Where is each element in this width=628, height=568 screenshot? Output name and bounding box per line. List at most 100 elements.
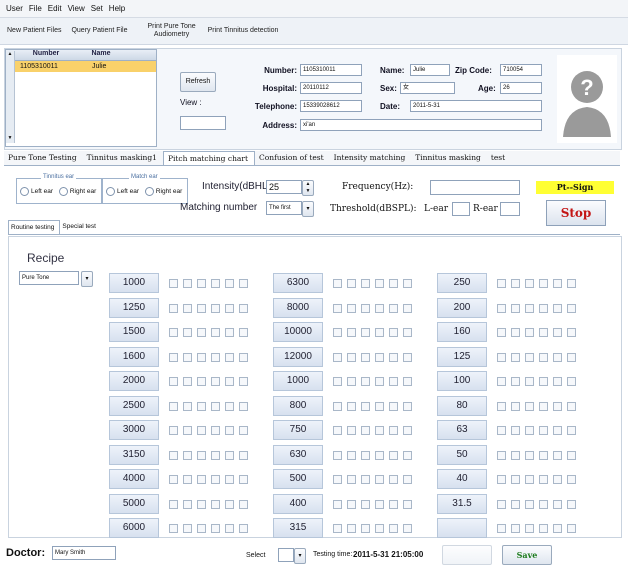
match-checkbox[interactable]	[497, 524, 506, 533]
match-checkbox[interactable]	[511, 328, 520, 337]
match-checkbox[interactable]	[211, 426, 220, 435]
match-checkbox[interactable]	[333, 352, 342, 362]
frequency-button-125[interactable]: 125	[437, 346, 487, 367]
match-checkbox[interactable]	[361, 401, 370, 411]
match-checkbox[interactable]	[511, 524, 520, 533]
match-checkbox[interactable]	[347, 352, 356, 362]
match-checkbox[interactable]	[497, 279, 506, 288]
match-checkbox[interactable]	[525, 524, 534, 533]
match-checkbox[interactable]	[375, 475, 384, 484]
match-checkbox[interactable]	[347, 328, 356, 337]
match-checkbox[interactable]	[567, 401, 576, 411]
match-checkbox[interactable]	[239, 499, 248, 509]
frequency-button-200[interactable]: 200	[437, 297, 487, 318]
frequency-button-400[interactable]: 400	[273, 493, 323, 514]
tab-tinnitus-masking[interactable]: Tinnitus masking	[411, 151, 487, 165]
recipe-chevron-down-icon[interactable]: ▾	[81, 271, 93, 287]
match-checkbox[interactable]	[375, 450, 384, 460]
match-checkbox[interactable]	[567, 524, 576, 533]
match-checkbox[interactable]	[239, 450, 248, 460]
match-checkbox[interactable]	[239, 401, 248, 411]
match-checkbox[interactable]	[389, 352, 398, 362]
match-right-ear-radio[interactable]	[144, 187, 154, 196]
match-checkbox[interactable]	[333, 328, 342, 337]
match-checkbox[interactable]	[197, 524, 206, 533]
frequency-button-empty[interactable]	[437, 518, 487, 538]
match-checkbox[interactable]	[361, 328, 370, 337]
match-checkbox[interactable]	[497, 475, 506, 484]
menu-file[interactable]: File	[29, 4, 42, 13]
match-checkbox[interactable]	[389, 426, 398, 435]
match-checkbox[interactable]	[183, 328, 192, 337]
telephone-field[interactable]: 15339028612	[300, 100, 362, 112]
match-checkbox[interactable]	[239, 279, 248, 288]
match-checkbox[interactable]	[225, 377, 234, 386]
frequency-button-8000[interactable]: 8000	[273, 297, 323, 318]
match-checkbox[interactable]	[361, 499, 370, 509]
frequency-button-10000[interactable]: 10000	[273, 322, 323, 342]
match-checkbox[interactable]	[197, 303, 206, 313]
patient-table-scrollbar[interactable]: ▲ ▼	[6, 51, 15, 143]
match-checkbox[interactable]	[211, 499, 220, 509]
frequency-button-1000[interactable]: 1000	[273, 371, 323, 391]
match-checkbox[interactable]	[567, 352, 576, 362]
match-checkbox[interactable]	[197, 279, 206, 288]
match-checkbox[interactable]	[375, 499, 384, 509]
table-row[interactable]: ▶ 1105310011 Julie	[6, 61, 156, 72]
name-field[interactable]: Julie	[410, 64, 450, 76]
match-checkbox[interactable]	[197, 401, 206, 411]
match-checkbox[interactable]	[525, 352, 534, 362]
match-checkbox[interactable]	[539, 475, 548, 484]
match-checkbox[interactable]	[375, 303, 384, 313]
match-checkbox[interactable]	[389, 328, 398, 337]
scroll-up-icon[interactable]: ▲	[6, 51, 14, 59]
match-checkbox[interactable]	[169, 377, 178, 386]
match-checkbox[interactable]	[183, 377, 192, 386]
match-checkbox[interactable]	[361, 475, 370, 484]
match-checkbox[interactable]	[567, 450, 576, 460]
match-left-ear-radio[interactable]	[106, 187, 115, 196]
match-checkbox[interactable]	[333, 279, 342, 288]
select-field[interactable]	[278, 548, 294, 562]
match-checkbox[interactable]	[183, 524, 192, 533]
match-checkbox[interactable]	[539, 450, 548, 460]
match-checkbox[interactable]	[239, 426, 248, 435]
match-checkbox[interactable]	[183, 401, 192, 411]
match-checkbox[interactable]	[211, 303, 220, 313]
match-checkbox[interactable]	[169, 499, 178, 509]
match-checkbox[interactable]	[225, 303, 234, 313]
menu-user[interactable]: User	[6, 4, 23, 13]
hospital-field[interactable]: 20110112	[300, 82, 362, 94]
match-checkbox[interactable]	[525, 279, 534, 288]
match-checkbox[interactable]	[403, 377, 412, 386]
match-checkbox[interactable]	[183, 352, 192, 362]
match-checkbox[interactable]	[553, 524, 562, 533]
match-checkbox[interactable]	[567, 426, 576, 435]
match-checkbox[interactable]	[169, 524, 178, 533]
match-checkbox[interactable]	[347, 426, 356, 435]
match-checkbox[interactable]	[333, 499, 342, 509]
rear-field[interactable]	[500, 202, 520, 216]
match-checkbox[interactable]	[567, 377, 576, 386]
match-checkbox[interactable]	[183, 426, 192, 435]
match-checkbox[interactable]	[403, 401, 412, 411]
match-checkbox[interactable]	[375, 426, 384, 435]
match-checkbox[interactable]	[211, 328, 220, 337]
match-checkbox[interactable]	[211, 475, 220, 484]
frequency-button-40[interactable]: 40	[437, 469, 487, 489]
match-checkbox[interactable]	[197, 426, 206, 435]
tab-pitch-matching-chart[interactable]: Pitch matching chart	[162, 151, 255, 165]
match-checkbox[interactable]	[347, 303, 356, 313]
match-checkbox[interactable]	[497, 303, 506, 313]
match-checkbox[interactable]	[403, 475, 412, 484]
scroll-down-icon[interactable]: ▼	[6, 135, 14, 143]
match-checkbox[interactable]	[239, 303, 248, 313]
frequency-button-100[interactable]: 100	[437, 371, 487, 391]
match-checkbox[interactable]	[511, 499, 520, 509]
menu-help[interactable]: Help	[109, 4, 125, 13]
matching-number-select[interactable]: The first	[266, 201, 302, 215]
tab-tinnitus-masking1[interactable]: Tinnitus masking1	[83, 151, 163, 165]
sex-field[interactable]: 女	[400, 82, 455, 94]
select-chevron-down-icon[interactable]: ▾	[294, 548, 306, 564]
frequency-button-800[interactable]: 800	[273, 395, 323, 416]
